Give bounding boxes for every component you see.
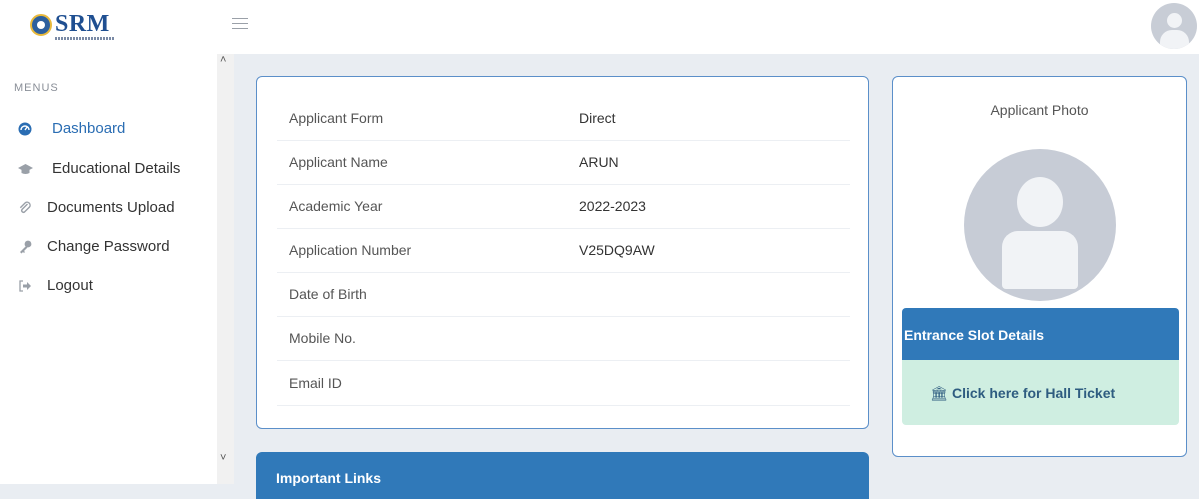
applicant-photo-placeholder-icon — [964, 149, 1116, 301]
hamburger-icon[interactable] — [232, 18, 248, 34]
sidebar-item-logout[interactable]: Logout — [0, 273, 217, 303]
chevron-up-icon[interactable]: ˄ — [220, 54, 226, 66]
bank-icon: 🏛 — [930, 385, 948, 401]
applicant-info-card: Applicant Form Direct Applicant Name ARU… — [256, 76, 869, 429]
hall-ticket-link[interactable]: 🏛 Click here for Hall Ticket — [902, 360, 1179, 425]
sidebar-item-label: Change Password — [47, 238, 170, 255]
chevron-down-icon[interactable]: ˅ — [220, 452, 226, 464]
info-value: Direct — [579, 110, 616, 126]
info-value: 2022-2023 — [579, 198, 646, 214]
entrance-slot-header: Entrance Slot Details — [902, 308, 1179, 360]
photo-title: Applicant Photo — [990, 102, 1089, 118]
srm-emblem-icon — [30, 14, 52, 36]
important-links-header: Important Links — [256, 452, 869, 499]
sidebar-item-label: Documents Upload — [47, 199, 175, 216]
info-label: Academic Year — [289, 198, 383, 214]
sidebar-item-educational-details[interactable]: Educational Details — [0, 156, 217, 186]
info-value: ARUN — [579, 154, 619, 170]
dashboard-icon — [18, 122, 32, 136]
logout-icon — [18, 279, 32, 293]
sidebar-item-label: Logout — [47, 277, 93, 294]
sidebar-item-label: Dashboard — [52, 120, 126, 137]
info-label: Mobile No. — [289, 330, 356, 346]
sidebar-item-dashboard[interactable]: Dashboard — [0, 116, 217, 146]
info-row-application-number: Application Number V25DQ9AW — [277, 229, 850, 273]
info-row-mobile-no: Mobile No. — [277, 317, 850, 361]
info-value: V25DQ9AW — [579, 242, 655, 258]
info-label: Applicant Form — [289, 110, 384, 126]
applicant-photo-card: Applicant Photo Entrance Slot Details 🏛 … — [892, 76, 1187, 457]
entrance-slot-title: Entrance Slot Details — [904, 327, 1045, 343]
sidebar: MENUS Dashboard Educational Details Docu… — [0, 54, 217, 484]
info-label: Email ID — [289, 375, 342, 391]
info-label: Application Number — [289, 242, 412, 258]
info-label: Date of Birth — [289, 286, 367, 302]
graduation-cap-icon — [18, 162, 33, 176]
info-row-academic-year: Academic Year 2022-2023 — [277, 185, 850, 229]
sidebar-scrollbar[interactable]: ˄ ˅ — [217, 54, 234, 484]
info-row-date-of-birth: Date of Birth — [277, 273, 850, 317]
important-links-title: Important Links — [276, 470, 382, 486]
info-label: Applicant Name — [289, 154, 388, 170]
hall-ticket-label: Click here for Hall Ticket — [952, 385, 1116, 401]
srm-logo[interactable]: SRM — [30, 10, 150, 40]
info-row-email-id: Email ID — [277, 362, 850, 406]
sidebar-item-change-password[interactable]: Change Password — [0, 234, 217, 264]
info-row-applicant-form: Applicant Form Direct — [277, 97, 850, 141]
paperclip-icon — [18, 201, 32, 215]
info-row-applicant-name: Applicant Name ARUN — [277, 141, 850, 185]
logo-tagline — [55, 37, 115, 40]
logo-text: SRM — [55, 11, 110, 37]
top-bar: SRM — [0, 0, 1199, 54]
user-avatar-icon[interactable] — [1151, 3, 1197, 49]
menus-label: MENUS — [14, 82, 59, 94]
sidebar-item-documents-upload[interactable]: Documents Upload — [0, 195, 217, 225]
sidebar-item-label: Educational Details — [52, 160, 181, 177]
key-icon — [18, 240, 32, 254]
